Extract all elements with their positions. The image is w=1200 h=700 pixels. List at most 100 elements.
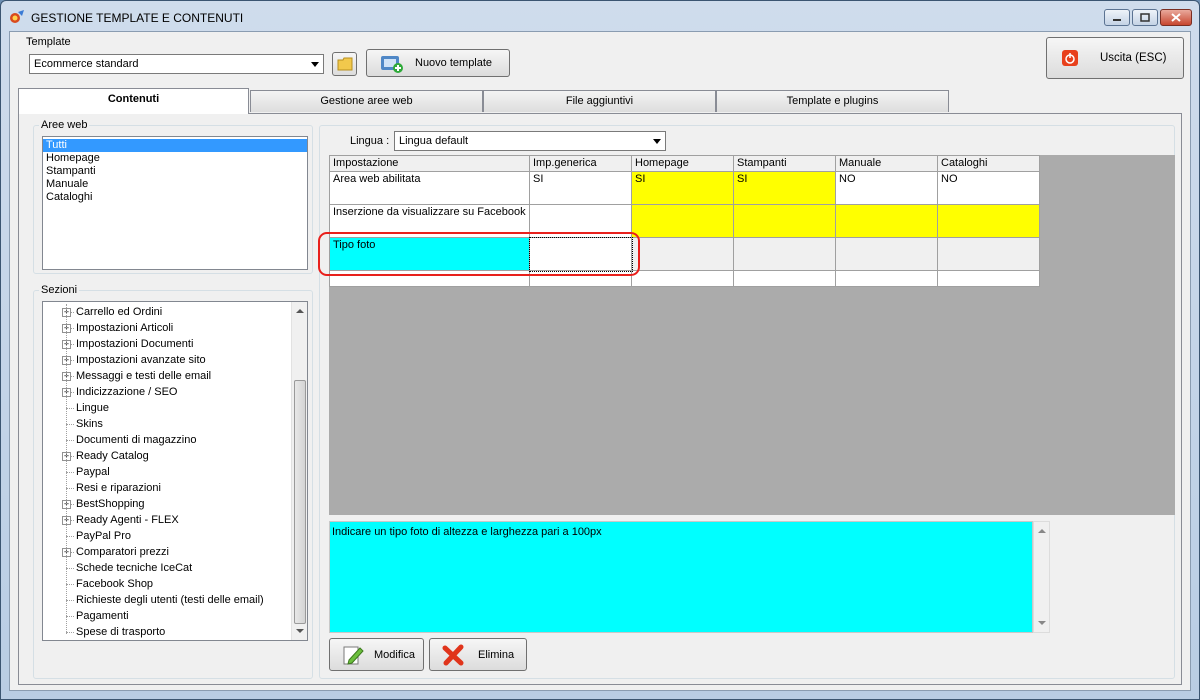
grid-cell[interactable] — [631, 237, 734, 271]
folder-icon — [337, 57, 352, 71]
exit-button[interactable]: Uscita (ESC) — [1046, 37, 1184, 79]
scroll-up-icon[interactable] — [1034, 524, 1050, 538]
grid-header-cell[interactable]: Impostazione — [329, 155, 530, 172]
tree-connector — [66, 440, 74, 441]
grid-cell[interactable] — [733, 270, 836, 287]
grid-header-row: Impostazione Imp.generica Homepage Stampant… — [329, 155, 1040, 172]
aree-web-list[interactable]: Tutti Homepage Stampanti Manuale Catalog… — [42, 136, 308, 270]
client-area: Template Ecommerce standard Nuovo templa… — [9, 31, 1191, 691]
list-item-tutti[interactable]: Tutti — [43, 139, 307, 152]
sezioni-group: Sezioni + Carrello ed Ordini + Impostazioni… — [33, 284, 313, 679]
grid-cell[interactable] — [835, 237, 938, 271]
grid-cell[interactable]: SI — [631, 171, 734, 205]
maximize-icon — [1140, 13, 1150, 22]
tree-item-label: Indicizzazione / SEO — [76, 386, 178, 398]
aree-web-title: Aree web — [39, 119, 90, 131]
grid-header-cell[interactable]: Imp.generica — [529, 155, 632, 172]
grid-cell[interactable]: NO — [835, 171, 938, 205]
tree-item-label: Resi e riparazioni — [76, 482, 161, 494]
minimize-button[interactable] — [1104, 9, 1130, 26]
close-window-button[interactable] — [1160, 9, 1192, 26]
grid-cell[interactable] — [835, 270, 938, 287]
tree-item-label: Messaggi e testi delle email — [76, 370, 212, 382]
new-template-icon — [381, 56, 403, 73]
description-box[interactable]: Indicare un tipo foto di altezza e largh… — [329, 521, 1033, 633]
tree-item-label: Paypal — [76, 466, 110, 478]
delete-icon — [442, 644, 464, 665]
modifica-button[interactable]: Modifica — [329, 638, 424, 671]
grid-cell[interactable]: SI — [529, 171, 632, 205]
tab-template-e-plugins[interactable]: Template e plugins — [716, 90, 949, 112]
app-icon — [10, 10, 24, 23]
scroll-down-icon[interactable] — [1034, 616, 1050, 630]
grid-cell[interactable]: NO — [937, 171, 1040, 205]
chevron-down-icon — [306, 55, 323, 73]
table-row[interactable]: Area web abilitata SI SI SI NO NO — [329, 171, 1040, 205]
grid-cell[interactable] — [937, 270, 1040, 287]
app-window: GESTIONE TEMPLATE E CONTENUTI Template E… — [0, 0, 1200, 700]
open-folder-button[interactable] — [332, 52, 357, 76]
tab-page-contenuti: Aree web Tutti Homepage Stampanti Manual… — [18, 113, 1182, 685]
tree-trunk — [66, 304, 67, 634]
grid-cell[interactable]: Area web abilitata — [329, 171, 530, 205]
scroll-down-icon[interactable] — [292, 624, 308, 638]
scroll-up-icon[interactable] — [292, 304, 308, 318]
lingua-selected-value: Lingua default — [399, 135, 469, 147]
title-bar[interactable]: GESTIONE TEMPLATE E CONTENUTI — [1, 1, 1199, 31]
exit-label: Uscita (ESC) — [1100, 52, 1167, 64]
template-select[interactable]: Ecommerce standard — [29, 54, 324, 74]
elimina-label: Elimina — [478, 648, 515, 661]
tab-contenuti[interactable]: Contenuti — [18, 88, 249, 114]
power-icon — [1062, 50, 1078, 66]
grid-cell[interactable] — [733, 237, 836, 271]
grid-cell[interactable] — [631, 270, 734, 287]
tree-item-label: BestShopping — [76, 498, 145, 510]
chevron-down-icon — [648, 132, 665, 150]
grid-cell[interactable] — [835, 204, 938, 238]
tree-connector — [66, 408, 74, 409]
tree-connector — [66, 616, 74, 617]
grid-cell[interactable] — [937, 204, 1040, 238]
template-label: Template — [26, 36, 71, 48]
sezioni-scrollbar[interactable] — [291, 302, 307, 640]
tree-item-label: Impostazioni avanzate sito — [76, 354, 206, 366]
tree-item-label: Ready Agenti - FLEX — [76, 514, 179, 526]
grid-header-cell[interactable]: Stampanti — [733, 155, 836, 172]
grid-cell[interactable] — [937, 237, 1040, 271]
highlight-ring — [318, 232, 640, 276]
scroll-thumb[interactable] — [294, 380, 306, 624]
list-item-homepage[interactable]: Homepage — [43, 152, 307, 165]
maximize-button[interactable] — [1132, 9, 1158, 26]
list-item-cataloghi[interactable]: Cataloghi — [43, 191, 307, 204]
list-item-stampanti[interactable]: Stampanti — [43, 165, 307, 178]
tree-item-label: Comparatori prezzi — [76, 546, 169, 558]
grid-cell[interactable] — [631, 204, 734, 238]
close-icon — [1171, 13, 1181, 22]
tree-connector — [66, 600, 74, 601]
tree-item-label: Documenti di magazzino — [76, 434, 197, 446]
sezioni-tree[interactable]: + Carrello ed Ordini + Impostazioni Articol… — [42, 301, 308, 641]
tree-item-label: Skins — [76, 418, 103, 430]
lingua-label: Lingua : — [350, 135, 390, 147]
elimina-button[interactable]: Elimina — [429, 638, 527, 671]
settings-grid-area: Impostazione Imp.generica Homepage Stampant… — [318, 155, 1175, 515]
tab-file-aggiuntivi[interactable]: File aggiuntivi — [483, 90, 716, 112]
grid-cell[interactable] — [733, 204, 836, 238]
tree-item-label: Impostazioni Articoli — [76, 322, 174, 334]
tree-item-label: Schede tecniche IceCat — [76, 562, 193, 574]
grid-header-cell[interactable]: Cataloghi — [937, 155, 1040, 172]
grid-header-cell[interactable]: Manuale — [835, 155, 938, 172]
new-template-button[interactable]: Nuovo template — [366, 49, 510, 77]
tree-item-label: Pagamenti — [76, 610, 129, 622]
grid-cell[interactable]: SI — [733, 171, 836, 205]
sezioni-title: Sezioni — [39, 284, 80, 296]
description-text: Indicare un tipo foto di altezza e largh… — [332, 526, 602, 538]
tab-gestione-aree-web[interactable]: Gestione aree web — [250, 90, 483, 112]
tree-item-label: PayPal Pro — [76, 530, 132, 542]
list-item-manuale[interactable]: Manuale — [43, 178, 307, 191]
lingua-select[interactable]: Lingua default — [394, 131, 666, 151]
tree-connector — [66, 488, 74, 489]
grid-header-cell[interactable]: Homepage — [631, 155, 734, 172]
template-selected-value: Ecommerce standard — [34, 58, 139, 70]
description-scrollbar[interactable] — [1033, 521, 1050, 633]
